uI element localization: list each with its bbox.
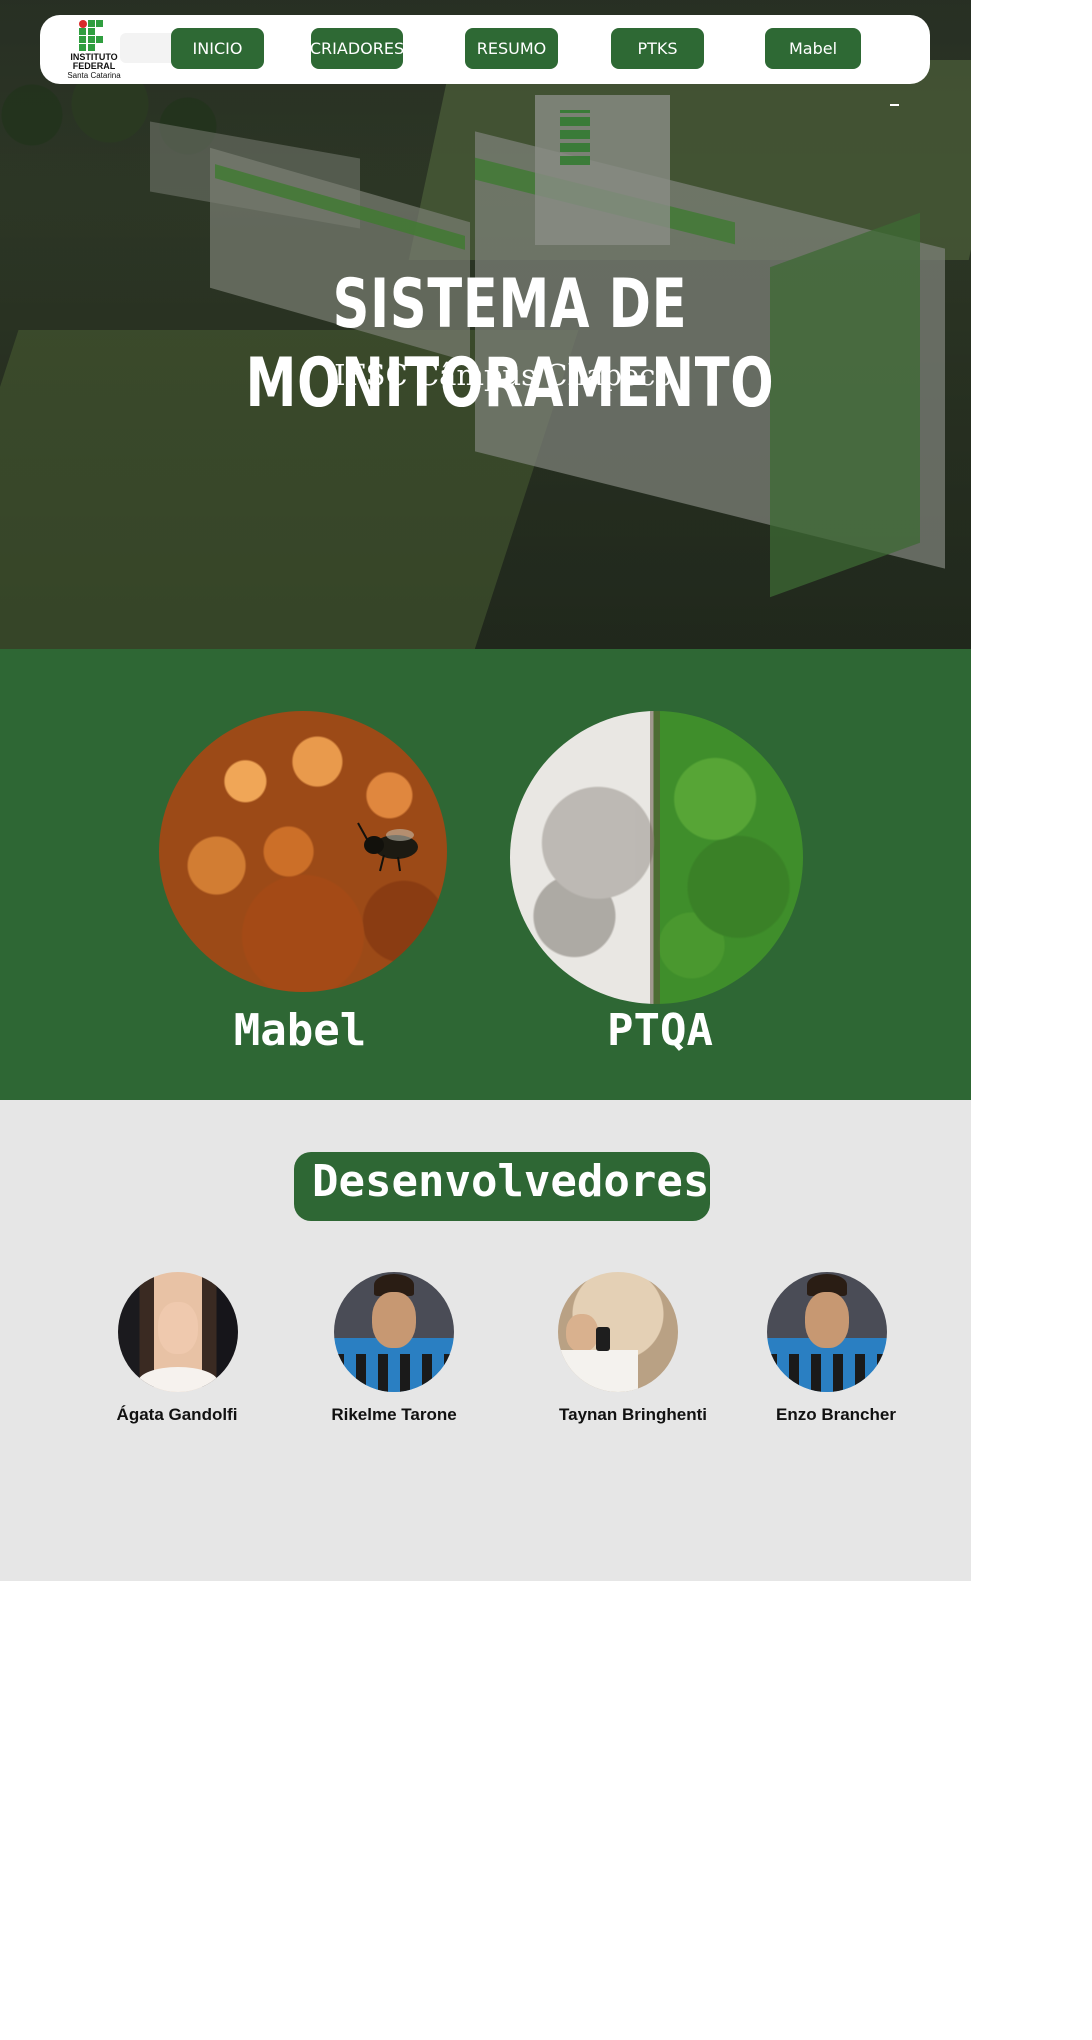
hero-title: SISTEMA DE MONITORAMENTO [245,265,775,423]
logo-text: INSTITUTO FEDERAL Santa Catarina [67,52,121,81]
nav-button-inicio[interactable]: INICIO [171,28,264,69]
developers-title-box: Desenvolvedores [294,1152,710,1221]
mabel-project-label[interactable]: Mabel [205,1005,395,1056]
bee-icon [357,822,418,872]
page: SISTEMA DE MONITORAMENTO IFSC Câmpus Cha… [0,0,1092,2040]
developers-title: Desenvolvedores [312,1156,710,1207]
nav-button-criadores[interactable]: CRIADORES [310,28,404,69]
developer-name: Taynan Bringhenti [559,1405,707,1424]
hero-building-tower [535,95,670,245]
site-content: SISTEMA DE MONITORAMENTO IFSC Câmpus Cha… [0,0,971,1581]
hero-section: SISTEMA DE MONITORAMENTO IFSC Câmpus Cha… [0,0,971,649]
avatar-taynan [558,1272,678,1392]
tower-logo-icon [560,110,590,165]
menu-dash-icon [890,104,899,106]
nav-button-resumo[interactable]: RESUMO [465,28,558,69]
ptqa-project-image[interactable] [510,711,803,1004]
avatar-enzo [767,1272,887,1392]
projects-section: Mabel PTQA [0,649,971,1100]
mabel-project-image[interactable] [159,711,447,992]
top-nav: INSTITUTO FEDERAL Santa Catarina INICIO … [40,15,930,84]
nav-button-mabel[interactable]: Mabel [765,28,861,69]
hero-subtitle: IFSC Câmpus Chapecó [334,358,673,392]
avatar-rikelme [334,1272,454,1392]
developers-section: Desenvolvedores Ágata Gandolfi Rikelme T… [0,1100,971,1581]
avatar-agata [118,1272,238,1392]
ptqa-project-label[interactable]: PTQA [565,1005,755,1056]
nav-button-ptks[interactable]: PTKS [611,28,704,69]
developer-name: Enzo Brancher [776,1405,896,1424]
developer-name: Rikelme Tarone [331,1405,457,1424]
logo-red-dot-icon [79,20,87,28]
developer-name: Ágata Gandolfi [116,1405,238,1424]
tree-trunk [650,711,660,1004]
